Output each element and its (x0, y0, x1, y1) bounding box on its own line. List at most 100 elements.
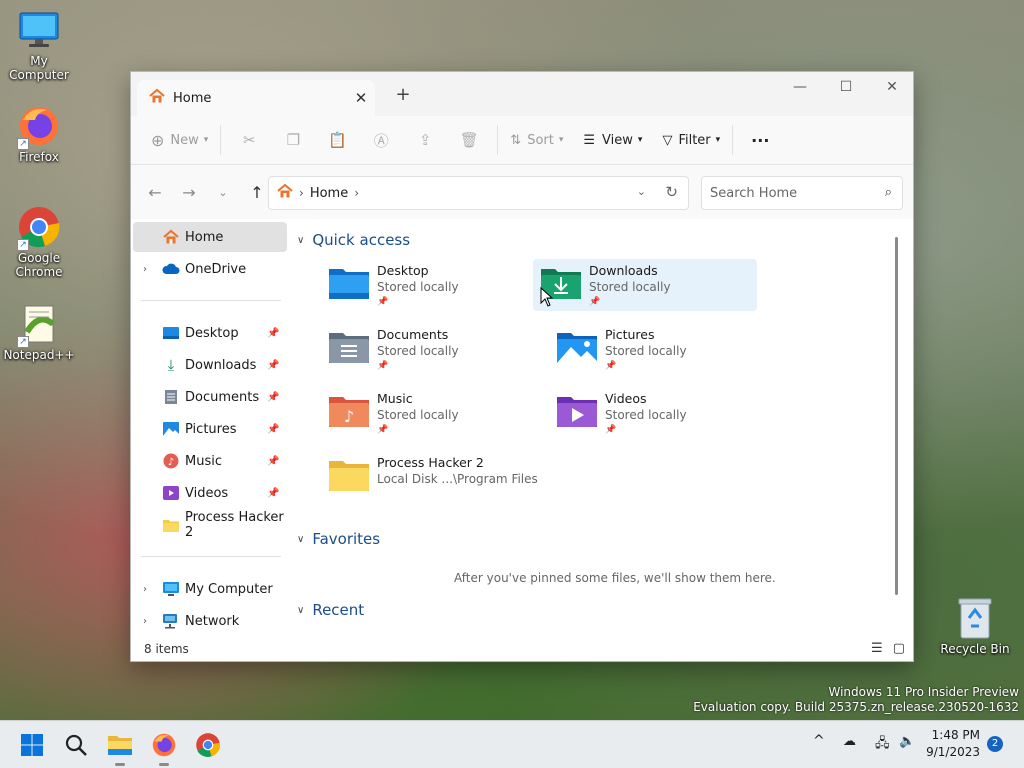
desktop-icon-my-computer[interactable]: My Computer (1, 8, 77, 82)
sidebar-item-network[interactable]: › Network (133, 606, 287, 636)
desktop-icon-firefox[interactable]: ↗ Firefox (1, 104, 77, 164)
notification-badge[interactable]: 2 (987, 736, 1003, 752)
system-clock[interactable]: 1:48 PM 9/1/2023 (926, 727, 980, 761)
address-history-chevron-icon[interactable]: ⌄ (637, 185, 646, 198)
breadcrumb-chevron-icon[interactable]: › (354, 186, 359, 200)
filter-button[interactable]: ▽ Filter ▾ (656, 123, 726, 157)
pin-icon[interactable]: 📌 (267, 328, 287, 339)
more-options-button[interactable]: ··· (745, 123, 775, 157)
paste-icon[interactable]: 📋 (321, 123, 353, 157)
recent-locations-chevron-icon[interactable]: ⌄ (209, 178, 237, 206)
start-button[interactable] (16, 729, 48, 761)
sidebar-item-desktop[interactable]: Desktop 📌 (133, 318, 287, 348)
quick-access-documents[interactable]: Documents Stored locally 📌 (321, 323, 545, 375)
taskbar-chrome[interactable] (192, 729, 224, 761)
back-arrow-icon[interactable]: ← (141, 178, 169, 206)
vertical-scrollbar[interactable] (895, 237, 898, 595)
pin-icon: 📌 (605, 361, 617, 371)
desktop-icon-label: My Computer (9, 54, 69, 82)
section-title: Favorites (312, 530, 381, 548)
desktop-icon-notepad-plus-plus[interactable]: ↗ Notepad++ (1, 302, 77, 362)
onedrive-sync-icon[interactable]: ☁ (843, 734, 856, 749)
copy-icon[interactable]: ❐ (277, 123, 309, 157)
sidebar-item-label: Videos (185, 485, 229, 501)
tab-home[interactable]: Home ✕ (137, 80, 375, 116)
clock-date: 9/1/2023 (926, 745, 980, 759)
pin-icon[interactable]: 📌 (267, 392, 287, 403)
sidebar-item-process-hacker-2[interactable]: Process Hacker 2 (133, 510, 287, 540)
view-label: View (602, 132, 633, 148)
show-hidden-icons-chevron-icon[interactable]: ^ (813, 733, 825, 749)
minimize-button[interactable]: — (777, 72, 823, 102)
pin-icon[interactable]: 📌 (267, 488, 287, 499)
tile-location: Stored locally (605, 344, 687, 358)
pin-icon: 📌 (377, 425, 389, 435)
volume-icon[interactable]: 🔈 (899, 734, 915, 749)
chevron-right-icon[interactable]: › (143, 584, 157, 595)
tile-name: Videos (605, 391, 647, 406)
sidebar-item-label: Process Hacker 2 (185, 510, 284, 540)
breadcrumb-chevron-icon[interactable]: › (299, 186, 304, 200)
sidebar-item-documents[interactable]: Documents 📌 (133, 382, 287, 412)
quick-access-process-hacker-2[interactable]: Process Hacker 2 Local Disk ...\Program … (321, 451, 561, 503)
section-favorites[interactable]: ∨ Favorites (297, 530, 380, 548)
up-arrow-icon[interactable]: ↑ (243, 178, 271, 206)
section-recent[interactable]: ∨ Recent (297, 601, 364, 619)
quick-access-videos[interactable]: Videos Stored locally 📌 (549, 387, 773, 439)
windows-logo-icon (21, 734, 43, 756)
section-title: Recent (312, 601, 365, 619)
desktop-icon-label: Notepad++ (3, 348, 75, 362)
sort-button[interactable]: ⇅ Sort ▾ (504, 123, 569, 157)
tile-name: Desktop (377, 263, 429, 278)
details-view-icon[interactable]: ☰ (871, 641, 883, 656)
desktop-icon-recycle-bin[interactable]: Recycle Bin (936, 596, 1014, 656)
forward-arrow-icon[interactable]: → (175, 178, 203, 206)
share-icon[interactable]: ⇪ (409, 123, 441, 157)
address-bar[interactable]: › Home › ⌄ ↻ (268, 176, 689, 210)
home-icon (277, 183, 293, 203)
sidebar-item-home[interactable]: Home (133, 222, 287, 252)
new-tab-button[interactable]: + (393, 86, 413, 106)
pin-icon[interactable]: 📌 (267, 360, 287, 371)
chevron-right-icon[interactable]: › (143, 616, 157, 627)
refresh-icon[interactable]: ↻ (665, 183, 678, 201)
new-button[interactable]: ⊕ New ▾ (145, 123, 214, 157)
sidebar-item-my-computer[interactable]: › My Computer (133, 574, 287, 604)
search-button[interactable] (60, 729, 92, 761)
quick-access-downloads[interactable]: Downloads Stored locally 📌 (533, 259, 757, 311)
sidebar-item-onedrive[interactable]: › OneDrive (133, 254, 287, 284)
sidebar-item-downloads[interactable]: ⤓ Downloads 📌 (133, 350, 287, 380)
monitor-icon (17, 8, 61, 52)
desktop-icon-chrome[interactable]: ↗ Google Chrome (1, 205, 77, 279)
sidebar-item-videos[interactable]: Videos 📌 (133, 478, 287, 508)
pin-icon[interactable]: 📌 (267, 456, 287, 467)
tiles-view-icon[interactable]: ▢ (893, 641, 905, 656)
close-button[interactable]: ✕ (869, 72, 915, 102)
view-button[interactable]: ☰ View ▾ (577, 123, 648, 157)
pin-icon[interactable]: 📌 (267, 424, 287, 435)
tab-close-icon[interactable]: ✕ (347, 84, 375, 112)
cut-icon[interactable]: ✂ (233, 123, 265, 157)
delete-icon[interactable]: 🗑 (453, 123, 485, 157)
quick-access-desktop[interactable]: Desktop Stored locally 📌 (321, 259, 545, 311)
taskbar-firefox[interactable] (148, 729, 180, 766)
search-input[interactable]: Search Home ⌕ (701, 176, 903, 210)
sidebar-item-pictures[interactable]: Pictures 📌 (133, 414, 287, 444)
quick-access-music[interactable]: ♪ Music Stored locally 📌 (321, 387, 545, 439)
rename-icon[interactable]: Ⓐ (365, 123, 397, 157)
sidebar-item-music[interactable]: ♪ Music 📌 (133, 446, 287, 476)
section-quick-access[interactable]: ∨ Quick access (297, 231, 410, 249)
tile-location: Stored locally (605, 408, 687, 422)
maximize-button[interactable]: ☐ (823, 72, 869, 102)
network-status-icon[interactable]: 🖧 (875, 734, 890, 756)
music-icon: ♪ (161, 453, 181, 469)
recycle-bin-icon (953, 596, 997, 640)
quick-access-pictures[interactable]: Pictures Stored locally 📌 (549, 323, 773, 375)
chevron-right-icon[interactable]: › (143, 264, 157, 275)
breadcrumb-home[interactable]: Home (310, 186, 348, 201)
pin-icon: 📌 (605, 425, 617, 435)
videos-folder-icon (555, 391, 599, 431)
music-folder-icon: ♪ (327, 391, 371, 431)
taskbar-file-explorer[interactable] (104, 729, 136, 766)
toolbar-divider (497, 125, 499, 155)
